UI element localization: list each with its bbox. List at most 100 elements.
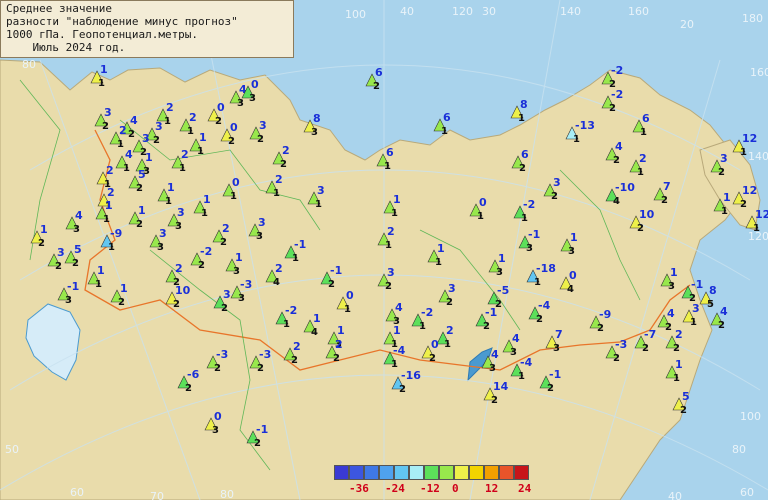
station-count: 1 <box>435 257 442 268</box>
station-count: 1 <box>534 277 541 288</box>
station-value: 3 <box>720 152 728 165</box>
station-count: 1 <box>391 208 398 219</box>
legend-swatch <box>364 465 379 480</box>
station-value: 7 <box>663 180 671 193</box>
station-value: 0 <box>232 176 240 189</box>
station-value: 2 <box>293 340 301 353</box>
station-count: 2 <box>38 238 45 249</box>
station-value: 4 <box>615 140 623 153</box>
station-value: 1 <box>138 204 146 217</box>
station-count: 5 <box>707 299 714 310</box>
station-count: 3 <box>65 295 72 306</box>
station-value: 12 <box>742 132 757 145</box>
station-value: 3 <box>223 288 231 301</box>
station-count: 3 <box>73 224 80 235</box>
station-count: 1 <box>179 163 186 174</box>
station-value: 1 <box>203 193 211 206</box>
station-value: 10 <box>175 284 191 297</box>
station-count: 1 <box>640 127 647 138</box>
station-value: 0 <box>214 410 222 423</box>
legend-swatch <box>349 465 364 480</box>
grid-label: 100 <box>740 410 761 423</box>
station-value: 1 <box>313 312 321 325</box>
station-value: 2 <box>175 262 183 275</box>
station-value: 2 <box>181 148 189 161</box>
station-count: 2 <box>291 355 298 366</box>
station-value: 2 <box>166 101 174 114</box>
station-value: 1 <box>40 223 48 236</box>
station-value: 2 <box>387 225 395 238</box>
station-count: 1 <box>419 321 426 332</box>
station-count: 2 <box>215 116 222 127</box>
station-count: 2 <box>72 258 79 269</box>
station-count: 1 <box>384 161 391 172</box>
grid-label: 180 <box>742 12 763 25</box>
station-value: -4 <box>393 344 406 357</box>
station-value: 1 <box>498 252 506 265</box>
station-value: -5 <box>497 284 509 297</box>
legend-swatch <box>424 465 439 480</box>
station-value: 0 <box>431 338 439 351</box>
station-value: -1 <box>549 368 561 381</box>
station-value: -16 <box>401 369 421 382</box>
legend-swatches <box>334 465 574 480</box>
map-title-box: Среднее значение разности "наблюдение ми… <box>0 0 294 58</box>
station-value: 6 <box>386 146 394 159</box>
station-count: 1 <box>637 167 644 178</box>
station-value: 3 <box>387 266 395 279</box>
station-value: -2 <box>611 64 623 77</box>
station-value: -1 <box>330 264 342 277</box>
station-value: 3 <box>57 246 65 259</box>
station-value: 2 <box>282 144 290 157</box>
station-value: 3 <box>155 120 163 133</box>
station-count: 3 <box>157 242 164 253</box>
station-value: 2 <box>275 173 283 186</box>
station-value: -2 <box>200 245 212 258</box>
station-value: 7 <box>555 328 563 341</box>
station-count: 3 <box>510 347 517 358</box>
station-value: 1 <box>105 199 113 212</box>
station-value: -3 <box>240 278 252 291</box>
station-value: 3 <box>317 184 325 197</box>
station-value: 1 <box>393 324 401 337</box>
legend-label: -12 <box>420 482 440 495</box>
station-count: 2 <box>446 297 453 308</box>
station-count: 2 <box>257 134 264 145</box>
title-line: Среднее значение <box>6 2 112 15</box>
station-value: -1 <box>256 423 268 436</box>
grid-label: 160 <box>628 5 649 18</box>
legend-swatch <box>454 465 469 480</box>
legend-swatch <box>514 465 529 480</box>
station-value: 14 <box>493 380 509 393</box>
station-count: 1 <box>165 196 172 207</box>
station-value: 4 <box>75 209 83 222</box>
legend-swatch <box>469 465 484 480</box>
legend-label: 0 <box>452 482 459 495</box>
station-value: 5 <box>138 168 146 181</box>
station-value: 4 <box>130 114 138 127</box>
station-value: 3 <box>159 227 167 240</box>
color-legend: -36 -24 -12 0 12 24 <box>334 465 574 500</box>
station-value: 2 <box>446 324 454 337</box>
station-value: 4 <box>491 348 499 361</box>
station-count: 1 <box>673 373 680 384</box>
station-count: 1 <box>197 146 204 157</box>
station-value: 1 <box>675 358 683 371</box>
station-value: 2 <box>189 111 197 124</box>
station-count: 1 <box>103 214 110 225</box>
legend-swatch <box>409 465 424 480</box>
station-value: 1 <box>670 266 678 279</box>
station-count: 1 <box>690 317 697 328</box>
station-count: 3 <box>311 127 318 138</box>
station-count: 2 <box>551 191 558 202</box>
station-count: 2 <box>680 405 687 416</box>
station-count: 2 <box>373 81 380 92</box>
station-count: 1 <box>164 116 171 127</box>
legend-swatch <box>484 465 499 480</box>
station-value: -7 <box>644 328 656 341</box>
station-value: 12 <box>755 208 768 221</box>
station-value: 5 <box>74 243 82 256</box>
station-value: 0 <box>251 78 259 91</box>
station-value: 3 <box>259 119 267 132</box>
grid-label: 160 <box>750 66 768 79</box>
